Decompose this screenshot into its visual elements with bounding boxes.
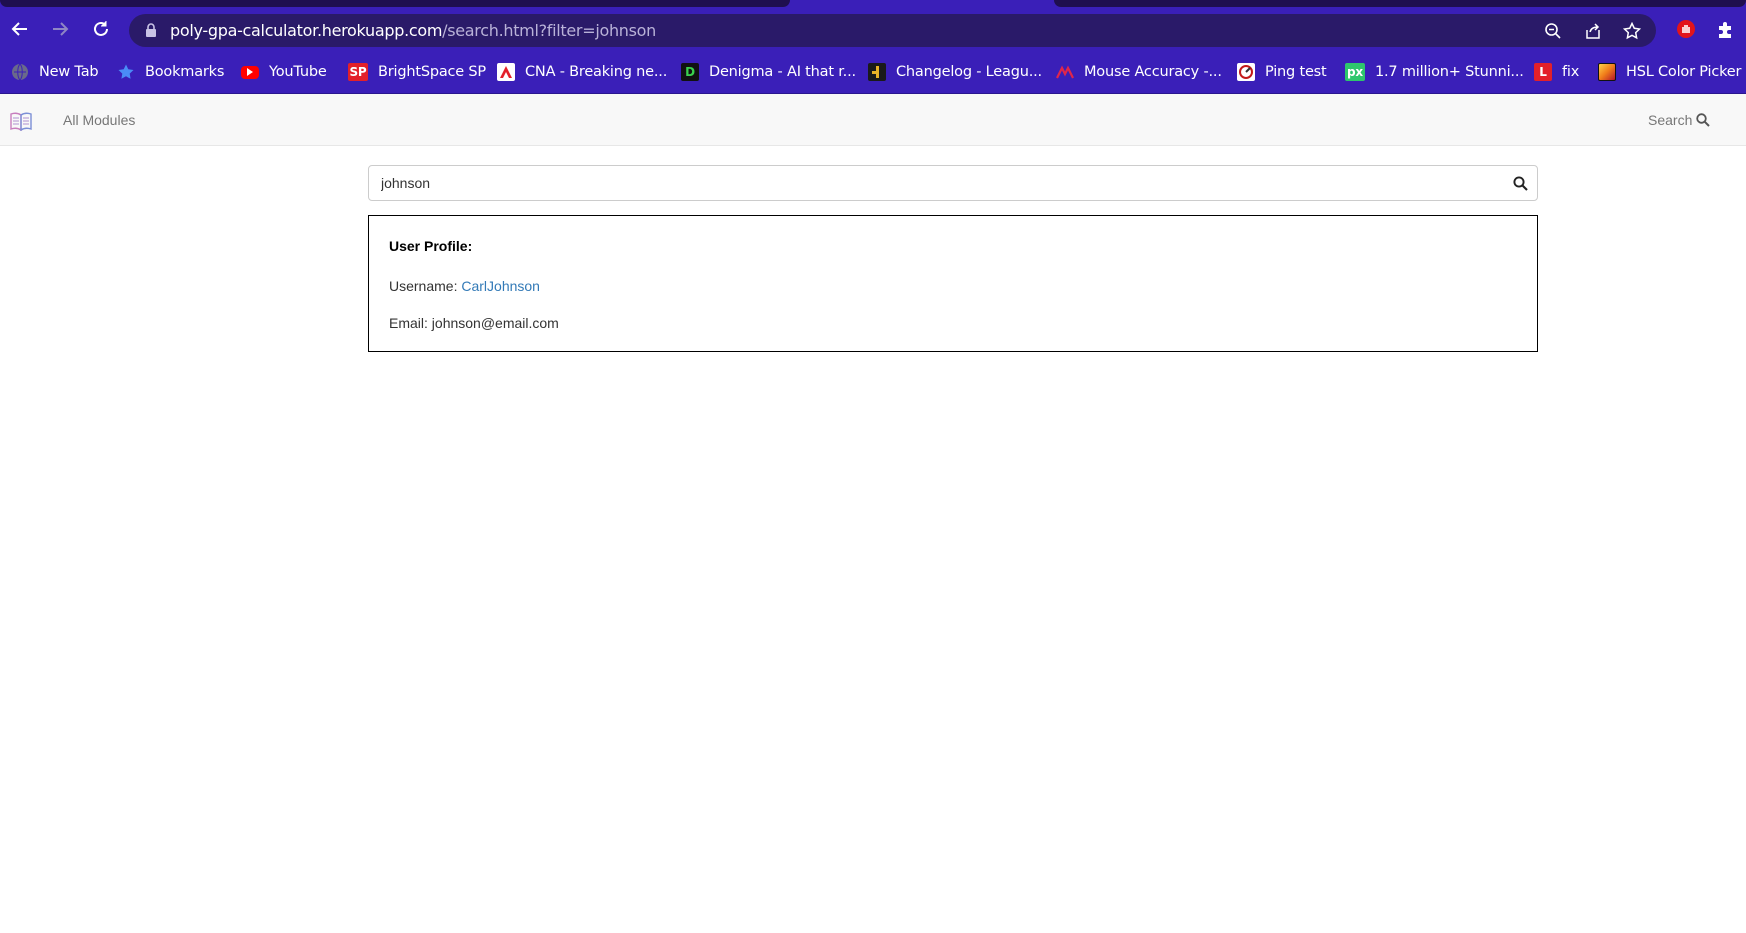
denigma-icon: D	[681, 63, 699, 81]
book-icon	[10, 112, 32, 132]
back-icon	[11, 22, 27, 36]
bookmark-label: YouTube	[269, 64, 327, 80]
sp-icon: SP	[348, 63, 368, 81]
star-icon[interactable]	[1623, 22, 1641, 40]
color-picker-icon	[1598, 63, 1616, 81]
search-icon	[1696, 113, 1711, 127]
bookmark-pixabay[interactable]: px 1.7 million+ Stunni...	[1345, 60, 1524, 84]
l-icon: L	[1534, 63, 1552, 81]
bookmark-bookmarks[interactable]: Bookmarks	[117, 60, 224, 84]
search-input[interactable]	[369, 166, 1499, 200]
email-value: johnson@email.com	[431, 315, 559, 331]
url-path: /search.html?filter=johnson	[442, 21, 656, 40]
bookmark-fix[interactable]: L fix	[1534, 60, 1579, 84]
username-label: Username:	[389, 278, 462, 294]
url-text[interactable]: poly-gpa-calculator.herokuapp.com/search…	[170, 21, 656, 40]
nav-search-label: Search	[1648, 112, 1693, 128]
tab-inactive[interactable]	[1054, 0, 1746, 7]
username-row: Username: CarlJohnson	[389, 278, 540, 294]
bookmark-label: fix	[1562, 64, 1580, 80]
tab-inactive[interactable]	[0, 0, 790, 7]
reload-icon	[94, 21, 108, 36]
share-icon[interactable]	[1584, 22, 1602, 40]
profile-title: User Profile:	[389, 238, 473, 254]
changelog-icon	[868, 63, 886, 81]
extension-stop-icon[interactable]	[1676, 19, 1696, 39]
nav-search-link[interactable]: Search	[1648, 112, 1711, 128]
cna-icon	[497, 63, 515, 81]
bookmark-new-tab[interactable]: New Tab	[11, 60, 99, 84]
bookmarks-bar: New Tab Bookmarks YouTube SP BrightSpace…	[0, 52, 1746, 94]
bookmark-label: Ping test	[1265, 64, 1327, 80]
forward-icon	[53, 22, 69, 36]
star-icon	[117, 63, 135, 81]
bookmark-mouse-accuracy[interactable]: Mouse Accuracy -...	[1056, 60, 1222, 84]
url-host: poly-gpa-calculator.herokuapp.com	[170, 21, 443, 40]
bookmark-label: Denigma - AI that r...	[709, 64, 856, 80]
email-label: Email:	[389, 315, 432, 331]
bookmark-label: 1.7 million+ Stunni...	[1375, 64, 1524, 80]
search-submit-button[interactable]	[1511, 174, 1529, 192]
mouse-accuracy-icon	[1056, 63, 1074, 81]
bookmark-label: Bookmarks	[145, 64, 225, 80]
bookmark-changelog[interactable]: Changelog - Leagu...	[868, 60, 1042, 84]
site-navbar: All Modules Search ​	[0, 94, 1746, 146]
email-row: Email: johnson@email.com	[389, 315, 559, 331]
bookmark-brightspace[interactable]: SP BrightSpace SP	[348, 60, 486, 84]
brand-logo[interactable]	[10, 111, 32, 136]
globe-icon	[11, 63, 29, 81]
username-link[interactable]: CarlJohnson	[461, 278, 540, 294]
bookmark-cna[interactable]: CNA - Breaking ne...	[497, 60, 667, 84]
puzzle-icon[interactable]	[1716, 20, 1735, 39]
address-bar[interactable]: poly-gpa-calculator.herokuapp.com/search…	[129, 14, 1656, 47]
bookmark-label: Mouse Accuracy -...	[1084, 64, 1222, 80]
pixabay-icon: px	[1345, 63, 1365, 81]
reload-button[interactable]	[89, 17, 113, 41]
bookmark-label: CNA - Breaking ne...	[525, 64, 668, 80]
all-modules-link[interactable]: All Modules	[63, 112, 135, 128]
back-button[interactable]	[8, 17, 32, 41]
lock-icon[interactable]	[145, 23, 157, 38]
bookmark-label: HSL Color Picker -...	[1626, 64, 1746, 80]
youtube-icon	[241, 65, 259, 79]
bookmark-label: New Tab	[39, 64, 99, 80]
search-form	[368, 165, 1538, 201]
ping-icon	[1237, 63, 1255, 81]
forward-button[interactable]	[48, 17, 72, 41]
bookmark-ping-test[interactable]: Ping test	[1237, 60, 1327, 84]
bookmark-denigma[interactable]: D Denigma - AI that r...	[681, 60, 856, 84]
search-icon	[1512, 175, 1528, 191]
bookmark-label: Changelog - Leagu...	[896, 64, 1042, 80]
browser-toolbar: poly-gpa-calculator.herokuapp.com/search…	[0, 7, 1746, 52]
bookmark-label: BrightSpace SP	[378, 64, 486, 80]
user-profile-card: User Profile: Username: CarlJohnson Emai…	[368, 215, 1538, 352]
bookmark-hsl-color-picker[interactable]: HSL Color Picker -...	[1598, 60, 1746, 84]
zoom-out-icon[interactable]	[1544, 22, 1562, 40]
bookmark-youtube[interactable]: YouTube	[241, 60, 327, 84]
